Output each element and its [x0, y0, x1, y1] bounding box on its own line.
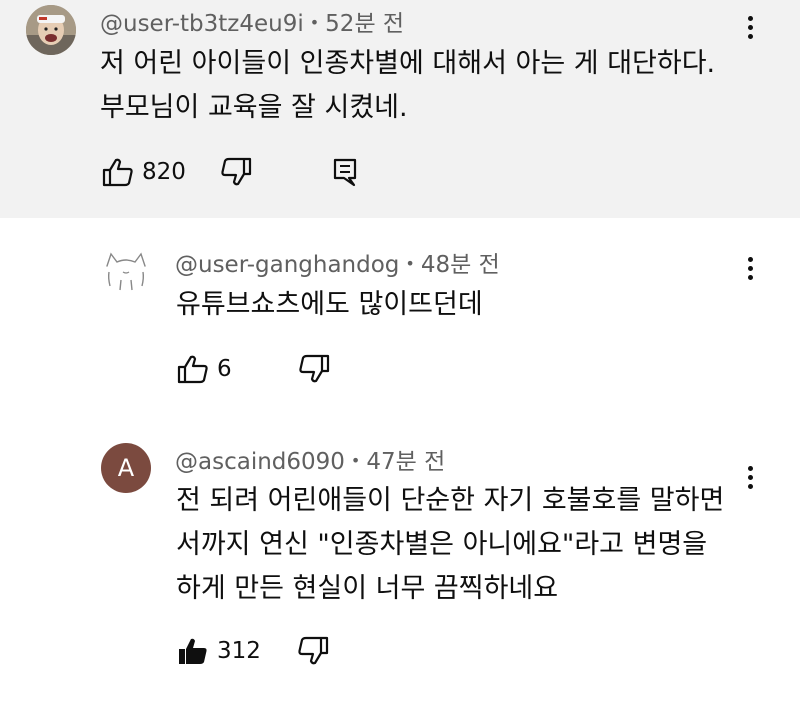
like-button[interactable]: 312 — [177, 636, 261, 666]
author-name[interactable]: @ascaind6090 — [175, 449, 345, 475]
like-count: 6 — [217, 356, 232, 382]
avatar[interactable] — [26, 5, 76, 55]
cat-sketch-avatar-icon — [106, 252, 146, 291]
comment-text: 전 되려 어린애들이 단순한 자기 호불호를 말하면 서까지 연신 "인종차별은… — [176, 479, 724, 611]
comment-line: 유튜브쇼츠에도 많이뜨던데 — [176, 289, 483, 320]
comment-actions: 312 — [177, 633, 329, 669]
avatar[interactable] — [101, 246, 151, 296]
thumbs-down-icon — [298, 636, 329, 665]
timestamp[interactable]: 48분 전 — [421, 252, 500, 278]
reply-button[interactable] — [332, 157, 358, 187]
dislike-button[interactable] — [298, 354, 330, 384]
author-name[interactable]: @user-ganghandog — [175, 252, 399, 278]
meta-separator: • — [405, 254, 415, 273]
thumbs-up-icon — [102, 158, 133, 187]
author-name[interactable]: @user-tb3tz4eu9i — [100, 11, 304, 37]
like-count: 312 — [217, 638, 261, 664]
thumbs-up-filled-icon — [179, 638, 207, 664]
comment-meta: @user-ganghandog • 48분 전 — [175, 245, 500, 279]
more-options-icon[interactable] — [740, 13, 760, 47]
dislike-button[interactable] — [220, 157, 252, 187]
like-button[interactable]: 820 — [102, 157, 186, 187]
thumbs-up-icon — [177, 355, 208, 384]
meta-separator: • — [309, 13, 320, 32]
photo-avatar-icon — [26, 5, 76, 55]
comment-actions: 820 — [102, 154, 358, 190]
timestamp[interactable]: 52분 전 — [325, 11, 404, 37]
comment-text: 저 어린 아이들이 인종차별에 대해서 아는 게 대단하다. 부모님이 교육을 … — [100, 42, 715, 130]
comment-meta: @ascaind6090 • 47분 전 — [175, 442, 445, 476]
more-options-icon[interactable] — [740, 463, 760, 497]
comment-line: 하게 만든 현실이 너무 끔찍하네요 — [176, 573, 559, 604]
comment-line: 부모님이 교육을 잘 시켰네. — [100, 92, 408, 123]
meta-separator: • — [350, 451, 361, 470]
avatar-letter: A — [117, 454, 135, 482]
thumbs-down-icon — [298, 354, 329, 383]
like-count: 820 — [142, 159, 186, 185]
thumbs-down-icon — [221, 157, 252, 186]
comment-highlighted: @user-tb3tz4eu9i • 52분 전 저 어린 아이들이 인종차별에 대… — [0, 0, 800, 218]
timestamp[interactable]: 47분 전 — [366, 449, 445, 475]
avatar[interactable]: A — [101, 443, 151, 493]
dislike-button[interactable] — [297, 636, 329, 666]
comment: A @ascaind6090 • 47분 전 전 되려 어린애들이 단순한 자기 호… — [0, 418, 800, 708]
comment: @user-ganghandog • 48분 전 유튜브쇼츠에도 많이뜨던데 6 — [0, 218, 800, 418]
comment-line: 전 되려 어린애들이 단순한 자기 호불호를 말하면 — [176, 485, 725, 516]
comment-line: 저 어린 아이들이 인종차별에 대해서 아는 게 대단하다. — [100, 48, 716, 79]
more-options-icon[interactable] — [740, 254, 760, 288]
comment-text: 유튜브쇼츠에도 많이뜨던데 — [176, 283, 483, 327]
reply-icon — [333, 158, 357, 187]
comment-meta: @user-tb3tz4eu9i • 52분 전 — [100, 4, 404, 38]
like-button[interactable]: 6 — [177, 354, 232, 384]
comment-actions: 6 — [177, 351, 330, 387]
comment-line: 서까지 연신 "인종차별은 아니에요"라고 변명을 — [176, 529, 708, 560]
